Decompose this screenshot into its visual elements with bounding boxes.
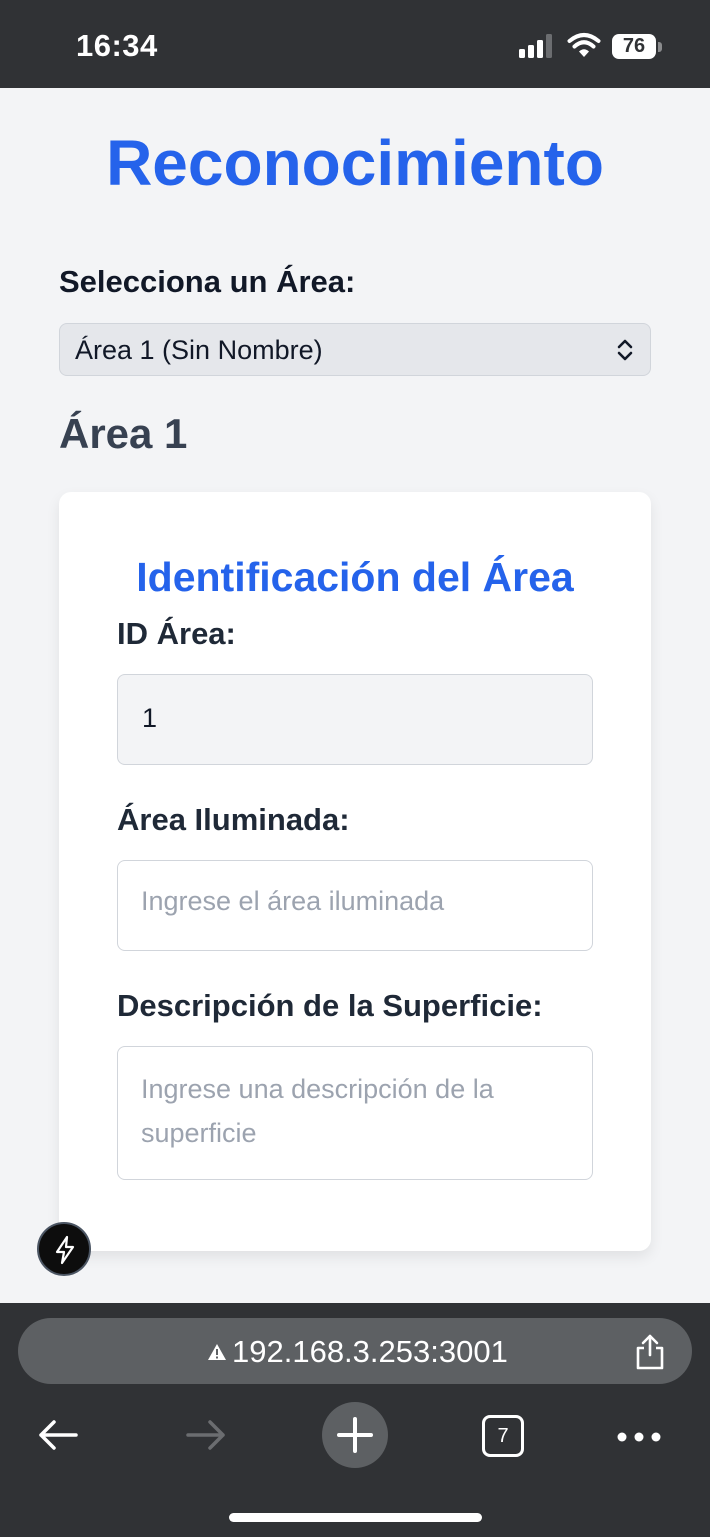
back-arrow-icon[interactable] xyxy=(36,1417,80,1453)
illuminated-area-placeholder: Ingrese el área iluminada xyxy=(141,886,445,916)
id-area-value: 1 xyxy=(142,703,158,733)
area-heading: Área 1 xyxy=(59,410,188,457)
battery-icon: 76 xyxy=(612,34,656,59)
area-select-value: Área 1 (Sin Nombre) xyxy=(75,335,323,365)
share-icon[interactable] xyxy=(634,1333,666,1371)
illuminated-area-input[interactable]: Ingrese el área iluminada xyxy=(117,860,593,951)
page-content: Reconocimiento Selecciona un Área: Área … xyxy=(0,88,710,1303)
battery-cap xyxy=(658,42,662,52)
id-area-label: ID Área: xyxy=(117,616,236,651)
illuminated-area-label: Área Iluminada: xyxy=(117,802,350,837)
address-bar[interactable]: 192.168.3.253:3001 xyxy=(18,1318,692,1384)
status-time: 16:34 xyxy=(76,28,158,63)
status-bar: 16:34 76 xyxy=(0,0,710,88)
id-area-input[interactable]: 1 xyxy=(117,674,593,765)
cellular-signal-icon xyxy=(519,34,553,58)
surface-description-textarea[interactable]: Ingrese una descripción de la superficie xyxy=(117,1046,593,1180)
chevron-up-down-icon xyxy=(617,339,633,361)
warning-icon xyxy=(208,1344,226,1360)
tabs-button[interactable]: 7 xyxy=(482,1415,524,1457)
more-icon[interactable] xyxy=(616,1427,662,1447)
lightning-icon xyxy=(55,1235,75,1265)
plus-icon xyxy=(337,1417,373,1453)
lightning-button[interactable] xyxy=(37,1222,91,1276)
url-text: 192.168.3.253:3001 xyxy=(232,1334,508,1369)
area-select-label: Selecciona un Área: xyxy=(59,264,356,299)
browser-toolbar: 192.168.3.253:3001 7 xyxy=(0,1303,710,1537)
area-identification-card: Identificación del Área ID Área: 1 Área … xyxy=(59,492,651,1251)
area-select[interactable]: Área 1 (Sin Nombre) xyxy=(59,323,651,376)
page-title: Reconocimiento xyxy=(106,127,604,199)
home-indicator xyxy=(229,1513,482,1522)
forward-arrow-icon[interactable] xyxy=(184,1417,228,1453)
surface-description-placeholder: Ingrese una descripción de la superficie xyxy=(141,1074,494,1148)
surface-description-label: Descripción de la Superficie: xyxy=(117,988,543,1023)
wifi-icon xyxy=(567,33,601,57)
new-tab-button[interactable] xyxy=(322,1402,388,1468)
card-title: Identificación del Área xyxy=(136,554,574,600)
